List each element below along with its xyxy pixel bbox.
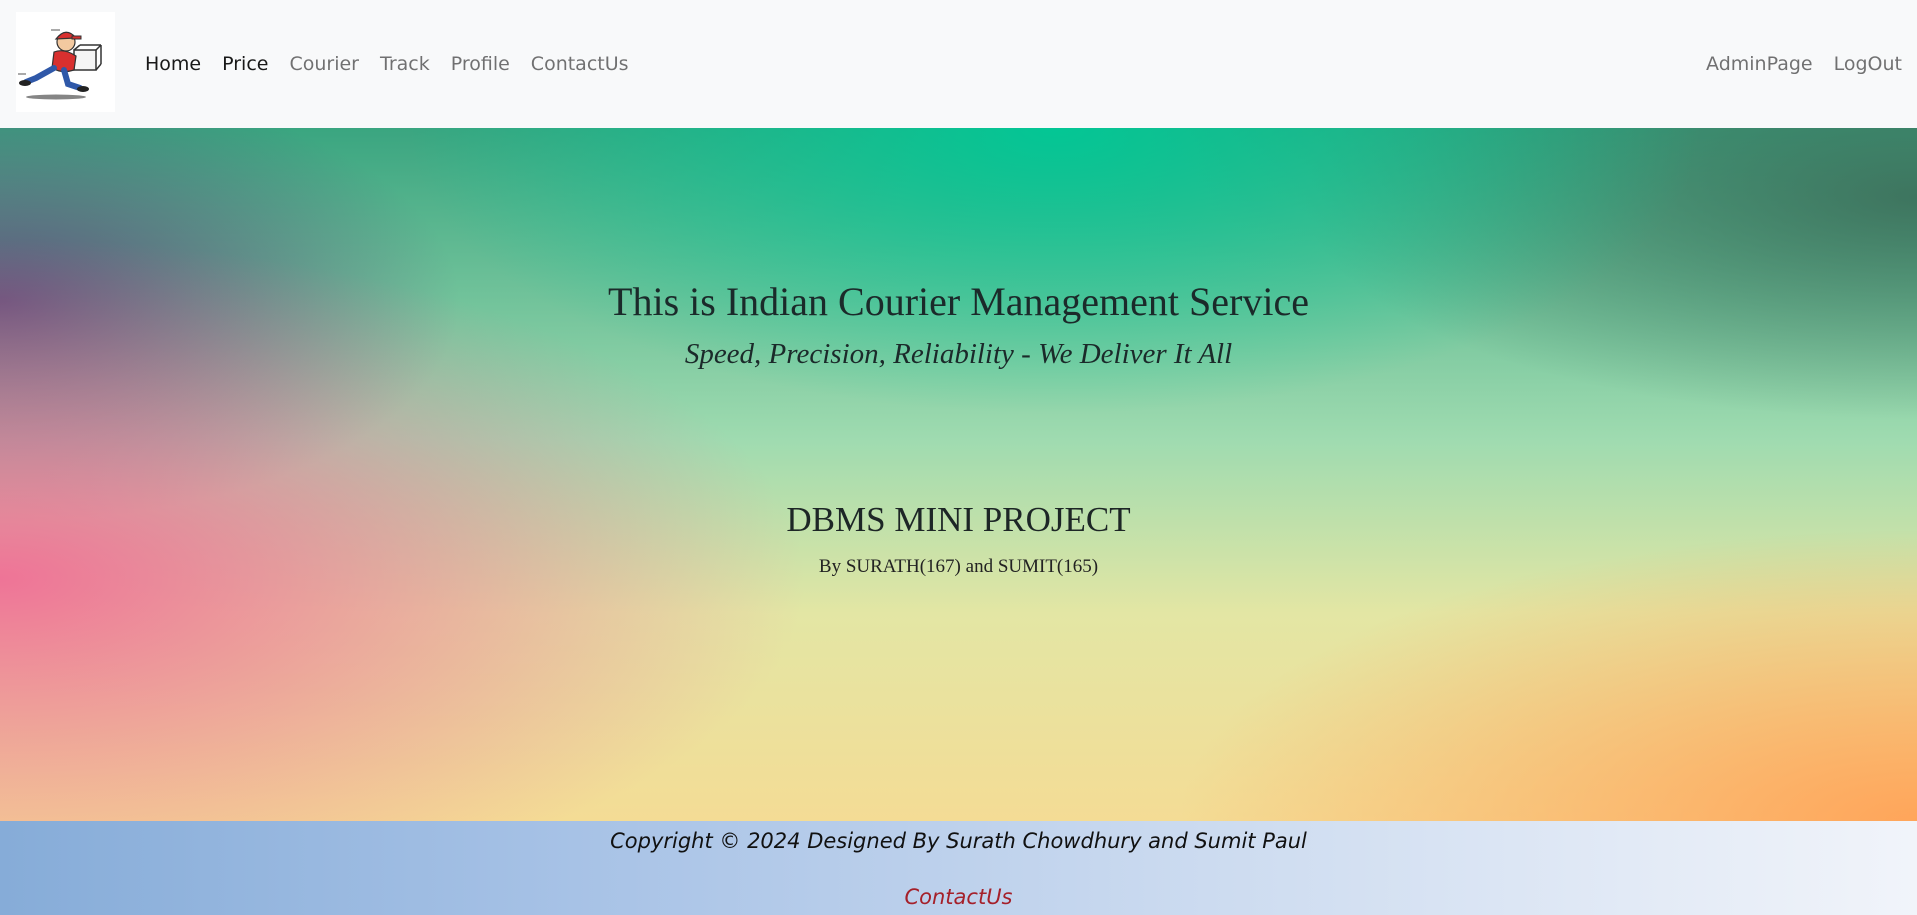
footer-contact-link[interactable]: ContactUs: [0, 885, 1917, 909]
nav-link-courier[interactable]: Courier: [289, 53, 359, 75]
project-authors: By SURATH(167) and SUMIT(165): [818, 556, 1099, 577]
nav-link-track[interactable]: Track: [380, 53, 430, 75]
project-title: DBMS MINI PROJECT: [786, 500, 1131, 539]
nav-link-logout[interactable]: LogOut: [1834, 53, 1902, 75]
footer: Copyright © 2024 Designed By Surath Chow…: [0, 821, 1917, 915]
account-nav: AdminPage LogOut: [1685, 0, 1902, 128]
hero-section: This is Indian Courier Management Servic…: [0, 128, 1917, 821]
navbar: Home Price Courier Track Profile Contact…: [0, 0, 1917, 128]
nav-link-contactus[interactable]: ContactUs: [531, 53, 629, 75]
nav-link-price[interactable]: Price: [222, 53, 268, 75]
courier-delivery-man-icon: [18, 29, 102, 100]
hero-subtitle: Speed, Precision, Reliability - We Deliv…: [684, 338, 1233, 370]
nav-link-profile[interactable]: Profile: [451, 53, 510, 75]
nav-link-home[interactable]: Home: [145, 53, 201, 75]
hero-title: This is Indian Courier Management Servic…: [608, 279, 1309, 324]
footer-copyright: Copyright © 2024 Designed By Surath Chow…: [610, 829, 1307, 853]
courier-logo[interactable]: [16, 12, 115, 112]
main-nav: Home Price Courier Track Profile Contact…: [145, 0, 650, 128]
nav-link-adminpage[interactable]: AdminPage: [1706, 53, 1813, 75]
